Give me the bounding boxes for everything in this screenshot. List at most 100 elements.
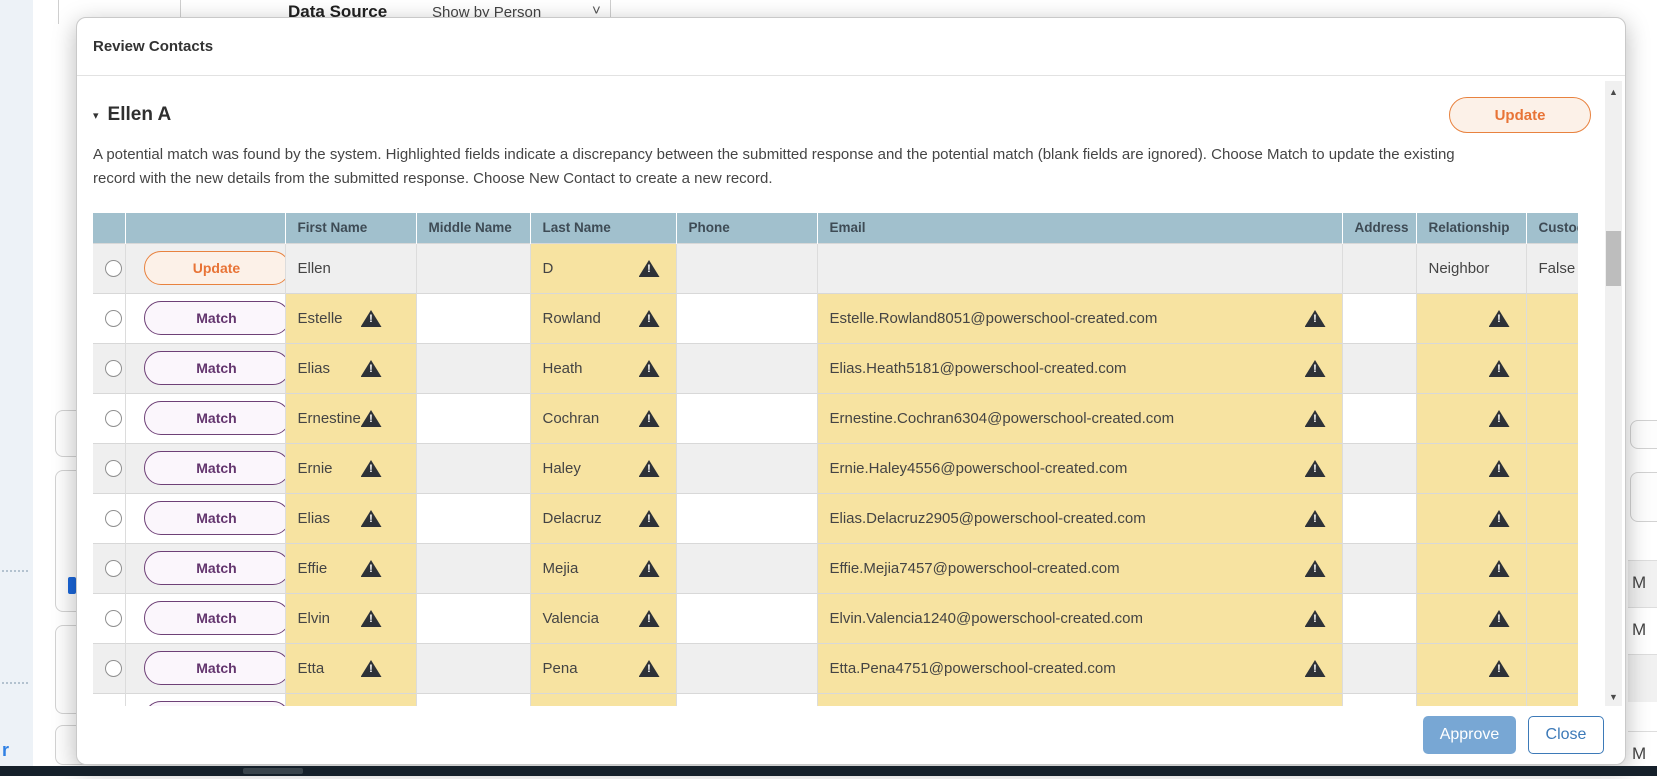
row-radio-button[interactable]	[105, 410, 122, 427]
cell-text: Etta	[298, 660, 325, 677]
cell-email: Ernie.Haley4556@powerschool-created.com	[817, 443, 1342, 493]
contact-name-heading: Ellen A	[108, 104, 172, 126]
cell-phone	[676, 293, 817, 343]
cell-middle	[416, 443, 530, 493]
column-header	[125, 213, 285, 243]
update-button[interactable]: Update	[1449, 97, 1591, 133]
row-radio-button[interactable]	[105, 660, 122, 677]
warning-icon	[639, 610, 660, 627]
action-cell: Match	[125, 493, 285, 543]
cell-email: Ernestine.Cochran6304@powerschool-create…	[817, 393, 1342, 443]
cell-text: Estelle.Rowland8051@powerschool-created.…	[830, 310, 1158, 327]
cell-relationship	[1416, 393, 1526, 443]
divider	[58, 0, 59, 24]
background-sidebar	[0, 0, 33, 776]
cell-text: Elias	[298, 510, 331, 527]
dialog-header: Review Contacts	[77, 18, 1625, 76]
match-row-button[interactable]: Match	[144, 651, 286, 685]
cell-text: Ernestine	[298, 410, 361, 427]
cell-address	[1342, 293, 1416, 343]
cell-address	[1342, 593, 1416, 643]
approve-button[interactable]: Approve	[1423, 716, 1516, 754]
cell-text: Cochran	[543, 410, 600, 427]
cell-relationship	[1416, 593, 1526, 643]
cell-phone	[676, 493, 817, 543]
match-row-button[interactable]: Match	[144, 401, 286, 435]
contact-section-toggle[interactable]: ▾ Ellen A	[93, 97, 171, 133]
cell-middle	[416, 343, 530, 393]
cell-custody	[1526, 493, 1578, 543]
vertical-scrollbar[interactable]: ▲ ▼	[1605, 81, 1622, 708]
cell-address	[1342, 393, 1416, 443]
cell-text: Ernie	[298, 460, 333, 477]
match-row-button[interactable]: Match	[144, 351, 286, 385]
warning-icon	[639, 260, 660, 277]
cell-text: Elias	[298, 360, 331, 377]
row-radio-button[interactable]	[105, 560, 122, 577]
radio-cell	[93, 243, 125, 293]
cell-custody	[1526, 543, 1578, 593]
contacts-table-body: UpdateEllenDNeighborFalseMatchEstelleRow…	[93, 243, 1578, 708]
row-radio-button[interactable]	[105, 260, 122, 277]
collapse-caret-icon[interactable]: ▾	[93, 109, 99, 122]
cell-text: Pena	[543, 660, 578, 677]
warning-icon	[1305, 410, 1326, 427]
background-selection-indicator	[68, 577, 76, 594]
cell-address	[1342, 543, 1416, 593]
row-radio-button[interactable]	[105, 510, 122, 527]
cell-text: Haley	[543, 460, 581, 477]
action-cell: Match	[125, 293, 285, 343]
cell-custody: False	[1526, 243, 1578, 293]
column-header: Phone	[676, 213, 817, 243]
cell-middle	[416, 243, 530, 293]
warning-icon	[1489, 660, 1510, 677]
cell-middle	[416, 543, 530, 593]
match-row-button[interactable]: Match	[144, 551, 286, 585]
cell-last: D	[530, 243, 676, 293]
review-contacts-dialog: Review Contacts ▾ Ellen A Update A poten…	[76, 17, 1626, 765]
contacts-table: First NameMiddle NameLast NamePhoneEmail…	[93, 213, 1578, 708]
warning-icon	[1305, 310, 1326, 327]
background-partial-link[interactable]: r	[2, 740, 9, 761]
row-radio-button[interactable]	[105, 460, 122, 477]
close-button[interactable]: Close	[1528, 716, 1604, 754]
cell-relationship	[1416, 293, 1526, 343]
match-row-button[interactable]: Match	[144, 301, 286, 335]
radio-cell	[93, 643, 125, 693]
cell-text: Ellen	[298, 260, 331, 277]
row-radio-button[interactable]	[105, 610, 122, 627]
match-row-button[interactable]: Match	[144, 501, 286, 535]
cell-text: Delacruz	[543, 510, 602, 527]
column-header	[93, 213, 125, 243]
warning-icon	[639, 660, 660, 677]
scroll-up-icon[interactable]: ▲	[1605, 85, 1622, 99]
divider	[2, 570, 28, 572]
cell-text: Etta.Pena4751@powerschool-created.com	[830, 660, 1116, 677]
match-row-button[interactable]: Match	[144, 451, 286, 485]
action-cell: Match	[125, 443, 285, 493]
match-description-text: A potential match was found by the syste…	[93, 143, 1465, 191]
cell-middle	[416, 493, 530, 543]
table-row: Match Ernie Haley Ernie.Haley4556@powerscho…	[93, 443, 1578, 493]
cell-middle	[416, 593, 530, 643]
cell-text: Ernestine.Cochran6304@powerschool-create…	[830, 410, 1175, 427]
horizontal-scrollbar-thumb[interactable]	[243, 768, 303, 774]
cell-text: Ernie.Haley4556@powerschool-created.com	[830, 460, 1128, 477]
scrollbar-thumb[interactable]	[1606, 231, 1621, 286]
row-radio-button[interactable]	[105, 310, 122, 327]
row-radio-button[interactable]	[105, 360, 122, 377]
cell-middle	[416, 293, 530, 343]
update-row-button[interactable]: Update	[144, 251, 286, 285]
cell-first: Ellen	[285, 243, 416, 293]
cell-email	[817, 243, 1342, 293]
cell-last: Valencia	[530, 593, 676, 643]
cell-last: Pena	[530, 643, 676, 693]
cell-custody	[1526, 343, 1578, 393]
warning-icon	[1489, 310, 1510, 327]
warning-icon	[1489, 560, 1510, 577]
scroll-down-icon[interactable]: ▼	[1605, 690, 1622, 704]
match-row-button[interactable]: Match	[144, 601, 286, 635]
cell-first: Elvin	[285, 593, 416, 643]
radio-cell	[93, 543, 125, 593]
action-cell: Match	[125, 593, 285, 643]
